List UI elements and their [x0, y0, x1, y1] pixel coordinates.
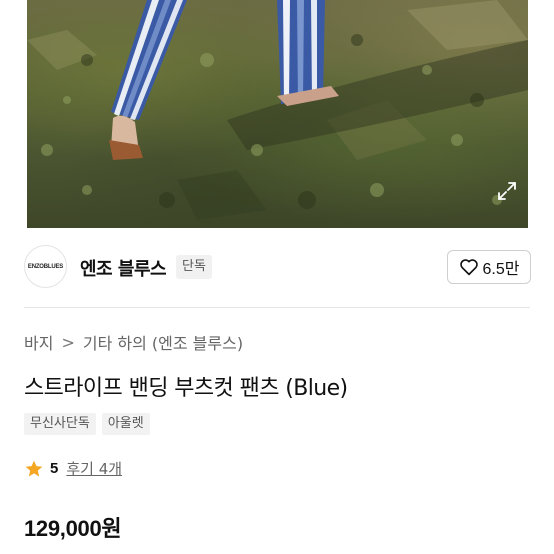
like-button[interactable]: 6.5만: [447, 250, 531, 284]
divider: [24, 307, 530, 308]
product-price: 129,000원: [24, 516, 122, 541]
brand-name[interactable]: 엔조 블루스: [80, 255, 167, 281]
brand-logo[interactable]: ENZOBLUES: [24, 245, 67, 288]
product-photo-illustration: [27, 0, 528, 220]
rating-score: 5: [50, 460, 59, 477]
tag-outlet: 아울렛: [101, 413, 150, 435]
brand-row: ENZOBLUES 엔조 블루스 단독 6.5만: [0, 228, 554, 306]
product-tags: 무신사단독 아울렛: [24, 413, 150, 435]
breadcrumb: 바지 > 기타 하의 (엔조 블루스): [24, 330, 243, 354]
rating: 5 후기 4개: [24, 458, 122, 479]
breadcrumb-subcategory[interactable]: 기타 하의 (엔조 블루스): [83, 330, 243, 354]
heart-icon: [459, 259, 478, 276]
star-icon: [25, 460, 43, 476]
like-count: 6.5만: [482, 261, 520, 278]
expand-image-button[interactable]: [496, 180, 522, 206]
breadcrumb-category[interactable]: 바지: [24, 330, 53, 354]
product-image[interactable]: [27, 0, 528, 228]
tag-exclusive: 무신사단독: [24, 413, 96, 435]
breadcrumb-separator: >: [61, 332, 75, 352]
expand-icon: [498, 182, 516, 200]
product-title: 스트라이프 밴딩 부츠컷 팬츠 (Blue): [24, 376, 348, 401]
review-link[interactable]: 후기 4개: [66, 458, 122, 479]
exclusive-badge: 단독: [176, 255, 212, 279]
